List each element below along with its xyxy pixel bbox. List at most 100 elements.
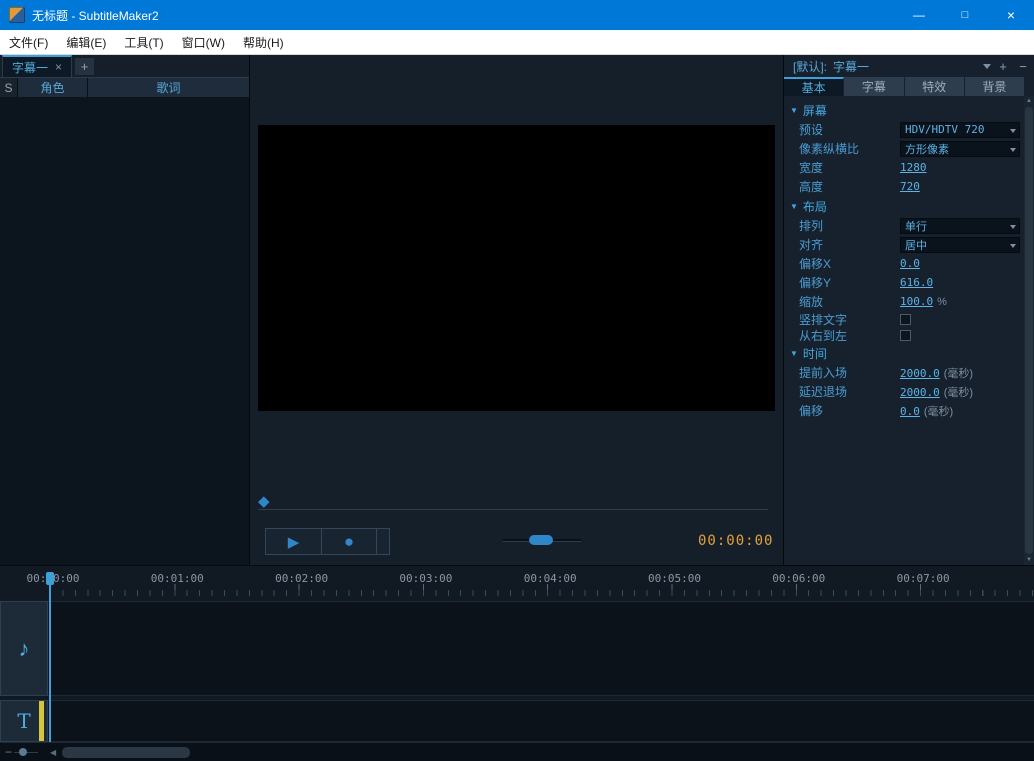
properties-tab-subtitle[interactable]: 字幕: [844, 77, 904, 96]
value-offset[interactable]: 0.0: [900, 405, 920, 418]
window-title: 无标题 - SubtitleMaker2: [32, 7, 159, 24]
add-subtitle-tab-button[interactable]: +: [75, 58, 94, 75]
zoom-out-icon[interactable]: −: [5, 745, 12, 759]
timeline-scrollbar-thumb[interactable]: [62, 747, 190, 758]
main-content: 字幕一 × + S 角色 歌词 ◆ ▶ ●: [0, 55, 1034, 565]
collapse-arrow-icon: ▼: [790, 106, 798, 115]
properties-tab-background[interactable]: 背景: [965, 77, 1024, 96]
dropdown-value-preset: HDV/HDTV 720: [905, 123, 984, 136]
scroll-up-icon[interactable]: ▲: [1024, 98, 1034, 104]
section-header-layout[interactable]: ▼布局: [790, 197, 1020, 216]
collapse-arrow-icon: ▼: [790, 202, 798, 211]
prop-label-scale: 缩放: [799, 293, 900, 310]
suffix-lead-in: (毫秒): [944, 365, 973, 381]
window-controls: — □ ×: [896, 0, 1034, 30]
value-width[interactable]: 1280: [900, 161, 927, 174]
progress-marker-icon[interactable]: ◆: [258, 492, 270, 510]
title-bar: 无标题 - SubtitleMaker2 — □ ×: [0, 0, 1034, 30]
menu-item-edit[interactable]: 编辑(E): [57, 30, 115, 54]
remove-preset-button[interactable]: −: [1015, 58, 1031, 74]
menu-item-tools[interactable]: 工具(T): [115, 30, 172, 54]
subtitle-grid-body[interactable]: [0, 97, 249, 565]
prop-label-preset: 预设: [799, 121, 900, 138]
column-header-lyric[interactable]: 歌词: [88, 78, 249, 97]
subtitle-grid-header: S 角色 歌词: [0, 78, 249, 97]
timeline-scrollbar: − ◀: [0, 742, 1034, 761]
dropdown-pixel-aspect[interactable]: 方形像素: [900, 141, 1020, 157]
dropdown-preset[interactable]: HDV/HDTV 720: [900, 122, 1020, 138]
subtitle-tab[interactable]: 字幕一 ×: [2, 55, 72, 77]
zoom-slider-thumb[interactable]: [19, 748, 27, 756]
prop-row-offset-x: 偏移X0.0: [790, 254, 1020, 273]
value-scale[interactable]: 100.0: [900, 295, 933, 308]
preset-selector[interactable]: 字幕一: [833, 58, 869, 75]
checkbox-vertical-text[interactable]: [900, 314, 911, 325]
subtitle-panel: 字幕一 × + S 角色 歌词: [0, 55, 250, 565]
tab-close-icon[interactable]: ×: [55, 60, 62, 74]
add-preset-button[interactable]: +: [995, 58, 1011, 74]
dropdown-alignment[interactable]: 居中: [900, 237, 1020, 253]
column-header-s[interactable]: S: [0, 78, 18, 97]
prop-row-alignment: 对齐居中: [790, 235, 1020, 254]
preset-dropdown-icon[interactable]: [983, 64, 991, 69]
subtitle-tab-label: 字幕一: [12, 59, 48, 76]
music-track-header[interactable]: ♪: [0, 601, 48, 696]
playhead-handle[interactable]: [46, 572, 54, 585]
column-header-role[interactable]: 角色: [18, 78, 88, 97]
value-offset-x[interactable]: 0.0: [900, 257, 920, 270]
maximize-button[interactable]: □: [942, 0, 988, 30]
checkbox-right-to-left[interactable]: [900, 330, 911, 341]
value-offset-y[interactable]: 616.0: [900, 276, 933, 289]
maximize-icon: □: [962, 9, 969, 21]
value-lead-in[interactable]: 2000.0: [900, 367, 940, 380]
extra-button[interactable]: [376, 528, 390, 555]
section-title-time: 时间: [803, 345, 827, 362]
value-lag-out[interactable]: 2000.0: [900, 386, 940, 399]
prop-row-width: 宽度1280: [790, 158, 1020, 177]
prop-row-lead-in: 提前入场2000.0 (毫秒): [790, 363, 1020, 382]
dropdown-arrangement[interactable]: 单行: [900, 218, 1020, 234]
menu-item-window[interactable]: 窗口(W): [173, 30, 234, 54]
music-track-lane[interactable]: [48, 601, 1034, 696]
value-height[interactable]: 720: [900, 180, 920, 193]
music-note-icon: ♪: [19, 636, 30, 662]
text-track-marker: [39, 701, 44, 741]
playhead[interactable]: [49, 572, 51, 744]
chevron-down-icon: [1010, 244, 1016, 248]
play-button[interactable]: ▶: [265, 528, 322, 555]
video-preview: [258, 125, 775, 411]
properties-tab-effects[interactable]: 特效: [905, 77, 965, 96]
dropdown-value-pixel-aspect: 方形像素: [905, 141, 949, 157]
properties-scrollbar-thumb[interactable]: [1025, 107, 1033, 554]
scroll-down-icon[interactable]: ▼: [1024, 557, 1034, 563]
close-button[interactable]: ×: [988, 0, 1034, 30]
playback-controls: ▶ ●: [265, 528, 390, 555]
prop-label-alignment: 对齐: [799, 236, 900, 253]
chevron-down-icon: [1010, 129, 1016, 133]
menu-item-help[interactable]: 帮助(H): [234, 30, 293, 54]
properties-scrollbar[interactable]: ▲ ▼: [1024, 96, 1034, 565]
menu-item-file[interactable]: 文件(F): [0, 30, 57, 54]
record-button[interactable]: ●: [321, 528, 377, 555]
slider-thumb[interactable]: [529, 535, 553, 545]
prop-label-vertical-text: 竖排文字: [799, 311, 900, 328]
prop-row-vertical-text: 竖排文字: [790, 311, 1020, 327]
properties-body: ▼屏幕预设HDV/HDTV 720像素纵横比方形像素宽度1280高度720▼布局…: [784, 96, 1034, 565]
prop-label-width: 宽度: [799, 159, 900, 176]
prop-label-lead-in: 提前入场: [799, 364, 900, 381]
section-header-time[interactable]: ▼ 时间: [790, 344, 1020, 363]
properties-tab-basic[interactable]: 基本: [784, 77, 844, 96]
record-icon: ●: [344, 533, 354, 550]
suffix-lag-out: (毫秒): [944, 384, 973, 400]
app-icon: [9, 7, 25, 23]
playback-slider[interactable]: [503, 534, 581, 546]
section-header-screen[interactable]: ▼屏幕: [790, 101, 1020, 120]
scroll-left-icon[interactable]: ◀: [50, 748, 56, 757]
collapse-arrow-icon: ▼: [790, 349, 798, 358]
dropdown-value-arrangement: 单行: [905, 218, 927, 234]
chevron-down-icon: [1010, 148, 1016, 152]
text-track-lane[interactable]: [48, 700, 1034, 742]
close-icon: ×: [1007, 7, 1015, 23]
prop-label-height: 高度: [799, 178, 900, 195]
minimize-button[interactable]: —: [896, 0, 942, 30]
